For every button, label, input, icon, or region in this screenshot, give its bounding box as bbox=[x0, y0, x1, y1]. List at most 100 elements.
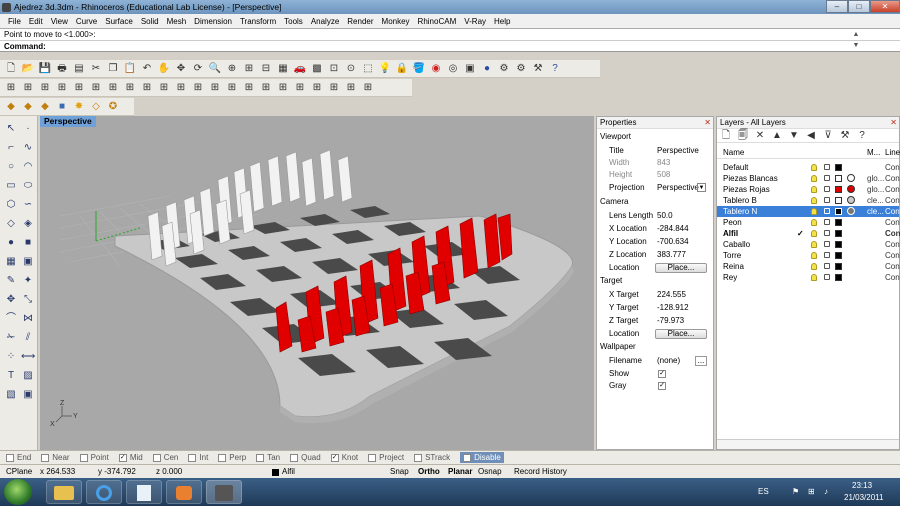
layer-row[interactable]: Peon Con bbox=[717, 217, 900, 228]
zoom-window-icon[interactable]: ⊕ bbox=[225, 62, 239, 76]
light-bulb-icon[interactable] bbox=[811, 197, 817, 204]
menu-render[interactable]: Render bbox=[343, 17, 377, 26]
join-icon[interactable]: ⋈ bbox=[21, 312, 35, 326]
lock-icon[interactable] bbox=[824, 263, 830, 269]
light-bulb-icon[interactable] bbox=[811, 263, 817, 270]
lock-icon[interactable] bbox=[824, 164, 830, 170]
lock-icon[interactable] bbox=[824, 219, 830, 225]
light-bulb-icon[interactable] bbox=[811, 219, 817, 226]
layer-tool-21-icon[interactable]: ⊞ bbox=[344, 81, 358, 95]
pencil-icon[interactable]: ✎ bbox=[4, 274, 18, 288]
osnap-quad[interactable]: Quad bbox=[290, 453, 321, 462]
osnap-end-checkbox[interactable] bbox=[6, 453, 14, 462]
save-icon[interactable]: 💾 bbox=[38, 62, 52, 76]
osnap-mid-checkbox[interactable]: ✓ bbox=[118, 453, 127, 462]
viewport-layout-icon[interactable]: ▦ bbox=[276, 62, 290, 76]
options-gear-icon[interactable]: ⚙ bbox=[497, 62, 511, 76]
lock-icon[interactable] bbox=[824, 241, 830, 247]
close-button[interactable]: ✕ bbox=[870, 0, 900, 13]
layer-tool-11-icon[interactable]: ⊞ bbox=[174, 81, 188, 95]
render-preview-icon[interactable]: ▣ bbox=[463, 62, 477, 76]
internet-explorer-taskbar-icon[interactable] bbox=[86, 480, 122, 504]
menu-transform[interactable]: Transform bbox=[236, 17, 280, 26]
new-sublayer-icon[interactable]: 🗐 bbox=[736, 129, 750, 143]
open-file-icon[interactable]: 📂 bbox=[21, 62, 35, 76]
menu-monkey[interactable]: Monkey bbox=[378, 17, 414, 26]
color-wheel-icon[interactable]: ◉ bbox=[429, 62, 443, 76]
tag-edit-icon[interactable]: ◆ bbox=[21, 100, 35, 114]
delete-layer-icon[interactable]: ✕ bbox=[753, 129, 767, 143]
lock-icon[interactable] bbox=[824, 252, 830, 258]
material-icon[interactable] bbox=[847, 207, 855, 215]
print-icon[interactable]: 🖶 bbox=[55, 62, 69, 76]
material-icon[interactable] bbox=[847, 185, 855, 193]
arc-icon[interactable]: ◠ bbox=[21, 160, 35, 174]
tag-add-icon[interactable]: ◆ bbox=[38, 100, 52, 114]
osnap-mid[interactable]: ✓ Mid bbox=[118, 453, 143, 462]
settings-gear-icon[interactable]: ⚙ bbox=[514, 62, 528, 76]
layer-tool-14-icon[interactable]: ⊞ bbox=[225, 81, 239, 95]
menu-view[interactable]: View bbox=[47, 17, 72, 26]
menu-solid[interactable]: Solid bbox=[137, 17, 163, 26]
layer-color-swatch[interactable] bbox=[835, 263, 842, 270]
badge-icon[interactable]: ✪ bbox=[106, 100, 120, 114]
light-bulb-icon[interactable] bbox=[811, 241, 817, 248]
menu-edit[interactable]: Edit bbox=[25, 17, 47, 26]
projection-select[interactable]: Perspective bbox=[657, 182, 699, 194]
browse-button[interactable]: ... bbox=[695, 356, 707, 366]
copy-icon[interactable]: ❐ bbox=[106, 62, 120, 76]
layers-close-icon[interactable]: ✕ bbox=[890, 117, 897, 129]
clock-date[interactable]: 21/03/2011 bbox=[844, 493, 883, 502]
text-icon[interactable]: T bbox=[4, 369, 18, 383]
status-current-layer[interactable]: Alfil bbox=[282, 466, 295, 478]
osnap-tan-checkbox[interactable] bbox=[256, 453, 265, 462]
layer-row-selected[interactable]: Tablero Ncle... Con bbox=[717, 206, 900, 217]
grid-icon[interactable]: ▩ bbox=[310, 62, 324, 76]
lock-icon[interactable] bbox=[824, 230, 830, 236]
target-place-button[interactable]: Place... bbox=[655, 329, 707, 339]
move-down-icon[interactable]: ▼ bbox=[787, 129, 801, 143]
move-parent-icon[interactable]: ◀ bbox=[804, 129, 818, 143]
render-box-icon[interactable]: ▣ bbox=[21, 388, 35, 402]
command-input[interactable]: Command: bbox=[0, 40, 900, 52]
dimension-icon[interactable]: ⟷ bbox=[21, 350, 35, 364]
tag-icon[interactable]: ◆ bbox=[4, 100, 18, 114]
scale-icon[interactable]: ⤡ bbox=[21, 293, 35, 307]
zoom-selected-icon[interactable]: ⊟ bbox=[259, 62, 273, 76]
osnap-tan[interactable]: Tan bbox=[256, 453, 280, 462]
split-icon[interactable]: ⫽ bbox=[21, 331, 35, 345]
osnap-project[interactable]: Project bbox=[368, 453, 404, 462]
array-icon[interactable]: ⁘ bbox=[4, 350, 18, 364]
layer-color-swatch[interactable] bbox=[835, 164, 842, 171]
pan-icon[interactable]: ✋ bbox=[157, 62, 171, 76]
render-icon[interactable]: ▧ bbox=[4, 388, 18, 402]
layer-row[interactable]: Piezas Blancas glo... Con bbox=[717, 173, 900, 184]
osnap-strack-checkbox[interactable] bbox=[414, 453, 423, 462]
osnap-disable-button[interactable]: Disable bbox=[460, 452, 504, 463]
light-bulb-icon[interactable] bbox=[811, 186, 817, 193]
viewport-title-tab[interactable]: Perspective bbox=[40, 116, 96, 127]
zoom-icon[interactable]: 🔍 bbox=[208, 62, 222, 76]
tools-icon[interactable]: ⚒ bbox=[531, 62, 545, 76]
lock-icon[interactable]: 🔒 bbox=[395, 62, 409, 76]
layer-tool-18-icon[interactable]: ⊞ bbox=[293, 81, 307, 95]
layer-color-swatch[interactable] bbox=[835, 175, 842, 182]
material-icon[interactable] bbox=[847, 196, 855, 204]
osnap-cen[interactable]: Cen bbox=[152, 453, 178, 462]
menu-vray[interactable]: V-Ray bbox=[460, 17, 490, 26]
status-cplane[interactable]: CPlane bbox=[6, 466, 32, 478]
menu-file[interactable]: File bbox=[4, 17, 25, 26]
menu-tools[interactable]: Tools bbox=[280, 17, 307, 26]
layer-color-swatch[interactable] bbox=[835, 230, 842, 237]
osnap-near[interactable]: Near bbox=[41, 453, 70, 462]
layer-color-swatch[interactable] bbox=[835, 197, 842, 204]
undo-icon[interactable]: ↶ bbox=[140, 62, 154, 76]
command-scrollbar[interactable]: ▲ ▼ bbox=[852, 29, 860, 51]
flag-icon[interactable]: ⚑ bbox=[792, 487, 799, 496]
menu-analyze[interactable]: Analyze bbox=[307, 17, 343, 26]
layer-tool-13-icon[interactable]: ⊞ bbox=[208, 81, 222, 95]
zoom-extents-icon[interactable]: ⊞ bbox=[242, 62, 256, 76]
osnap-quad-checkbox[interactable] bbox=[290, 453, 299, 462]
perspective-viewport[interactable]: Z Y X Perspective bbox=[40, 116, 594, 450]
start-button[interactable] bbox=[4, 479, 32, 505]
